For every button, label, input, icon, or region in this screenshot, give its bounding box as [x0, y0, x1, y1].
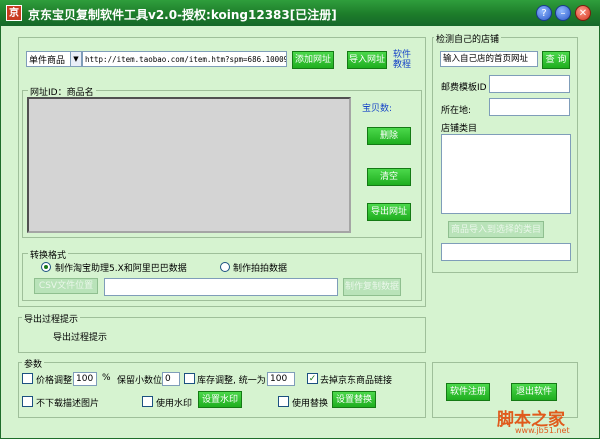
- register-button[interactable]: 软件注册: [446, 383, 490, 401]
- csv-location-button[interactable]: CSV文件位置: [34, 278, 98, 294]
- export-legend: 导出过程提示: [22, 312, 81, 325]
- make-copy-data-button[interactable]: 制作复制数据: [343, 278, 401, 296]
- postage-template-label: 邮费模板ID: [441, 83, 487, 93]
- item-type-select[interactable]: 单件商品 ▼: [26, 51, 82, 67]
- exit-button[interactable]: 退出软件: [511, 383, 557, 401]
- category-label: 店铺类目: [441, 124, 478, 134]
- params-group: [18, 362, 426, 418]
- shop-url-input[interactable]: 输入自己店的首页网址: [440, 51, 538, 67]
- convert-legend: 转换格式: [28, 248, 69, 261]
- export-url-button[interactable]: 导出网址: [367, 203, 411, 221]
- price-adjust-label: 价格调整: [36, 376, 73, 386]
- app-icon: 京: [6, 5, 22, 21]
- set-replace-button[interactable]: 设置替换: [332, 391, 376, 408]
- format-taobao-label: 制作淘宝助理5.X和阿里巴巴数据: [55, 264, 187, 274]
- decimals-input[interactable]: 0: [162, 372, 180, 386]
- stock-adjust-label: 库存调整, 统一为: [197, 376, 266, 386]
- item-type-value: 单件商品: [29, 56, 66, 66]
- csv-path-input[interactable]: [104, 278, 338, 296]
- query-button[interactable]: 查 询: [542, 51, 570, 69]
- remove-links-checkbox[interactable]: ✓: [307, 373, 318, 384]
- percent-label: %: [102, 373, 111, 383]
- replace-label: 使用替换: [292, 399, 329, 409]
- clear-button[interactable]: 清空: [367, 168, 411, 186]
- stock-adjust-checkbox[interactable]: [184, 373, 195, 384]
- site-watermark-url: www.jb51.net: [515, 426, 570, 435]
- shop-legend: 检测自己的店铺: [434, 32, 502, 45]
- minimize-icon[interactable]: –: [555, 5, 571, 21]
- location-input[interactable]: [489, 98, 570, 116]
- no-desc-images-label: 不下载描述图片: [36, 399, 100, 409]
- help-icon[interactable]: ?: [536, 5, 552, 21]
- params-legend: 参数: [22, 357, 45, 370]
- item-count-label: 宝贝数:: [362, 104, 393, 114]
- import-url-button[interactable]: 导入网址: [347, 51, 387, 69]
- watermark-label: 使用水印: [156, 399, 193, 409]
- price-adjust-checkbox[interactable]: [22, 373, 33, 384]
- tutorial-link[interactable]: 软件 教程: [393, 50, 421, 70]
- shop-status-field[interactable]: [441, 243, 571, 261]
- set-watermark-button[interactable]: 设置水印: [198, 391, 242, 408]
- format-radio-taobao[interactable]: [41, 262, 51, 272]
- add-url-button[interactable]: 添加网址: [292, 51, 334, 69]
- delete-button[interactable]: 删除: [367, 127, 411, 145]
- import-to-category-button[interactable]: 商品导入到选择的类目: [448, 221, 544, 238]
- export-status-text: 导出过程提示: [53, 333, 108, 343]
- window-title: 京东宝贝复制软件工具v2.0-授权:koing12383[已注册]: [28, 8, 337, 22]
- decimals-label: 保留小数位: [117, 376, 163, 386]
- location-label: 所在地:: [441, 106, 472, 116]
- replace-checkbox[interactable]: [278, 396, 289, 407]
- chevron-down-icon: ▼: [70, 52, 81, 66]
- stock-input[interactable]: 100: [267, 372, 295, 386]
- format-paipai-label: 制作拍拍数据: [233, 264, 288, 274]
- close-icon[interactable]: ✕: [575, 5, 591, 21]
- remove-links-label: 去掉京东商品链接: [320, 376, 393, 386]
- postage-template-input[interactable]: [489, 75, 570, 93]
- watermark-checkbox[interactable]: [142, 396, 153, 407]
- format-radio-paipai[interactable]: [220, 262, 230, 272]
- category-listbox[interactable]: [441, 134, 571, 214]
- no-desc-images-checkbox[interactable]: [22, 396, 33, 407]
- url-input[interactable]: http://item.taobao.com/item.htm?spm=686.…: [82, 51, 287, 67]
- price-adjust-input[interactable]: 100: [73, 372, 97, 386]
- url-listbox[interactable]: [27, 97, 351, 233]
